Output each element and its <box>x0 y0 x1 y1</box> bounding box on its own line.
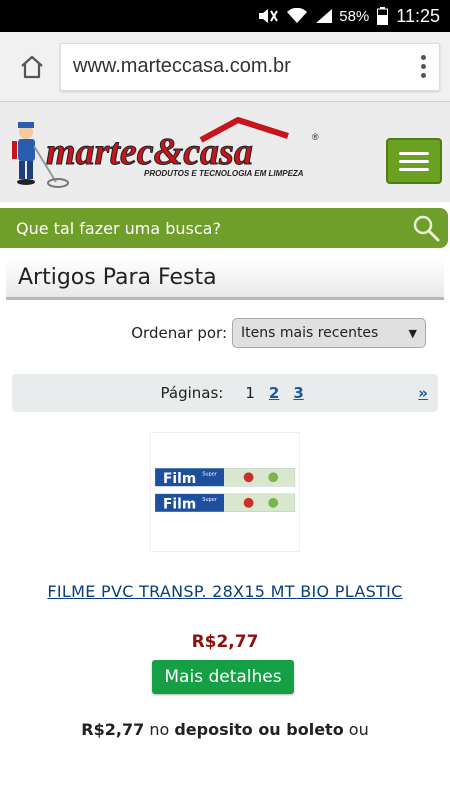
dropdown-arrow-icon: ▼ <box>408 326 417 340</box>
site-logo[interactable]: martec&casa ® PRODUTOS E TECNOLOGIA EM L… <box>6 116 326 192</box>
sort-label: Ordenar por: <box>131 324 227 342</box>
browser-menu-button[interactable] <box>407 47 439 87</box>
search-bar[interactable]: Que tal fazer uma busca? <box>0 208 448 248</box>
payment-price: R$2,77 <box>81 720 145 739</box>
details-button[interactable]: Mais detalhes <box>152 660 294 694</box>
logo-registered: ® <box>312 132 319 142</box>
product-image[interactable]: Film Super Film Super <box>150 432 300 552</box>
svg-text:Super: Super <box>202 471 217 477</box>
site-header: martec&casa ® PRODUTOS E TECNOLOGIA EM L… <box>0 102 450 202</box>
payment-method: deposito ou boleto <box>174 720 344 739</box>
battery-icon <box>377 7 389 25</box>
signal-icon <box>315 8 333 24</box>
svg-text:Super: Super <box>202 497 217 503</box>
sort-selected-value: Itens mais recentes <box>241 325 379 341</box>
status-bar: 58% 11:25 <box>0 0 450 32</box>
url-text: www.marteccasa.com.br <box>73 55 291 77</box>
svg-text:Film: Film <box>163 497 196 513</box>
page-1: 1 <box>245 384 255 402</box>
pagination: Páginas: 1 2 3 » <box>12 374 438 412</box>
hamburger-icon <box>399 151 429 155</box>
mute-icon <box>257 8 279 24</box>
battery-percent: 58% <box>339 7 370 25</box>
page-3-link[interactable]: 3 <box>293 384 303 402</box>
menu-button[interactable] <box>386 138 442 184</box>
clock: 11:25 <box>396 5 440 26</box>
home-button[interactable] <box>14 49 50 85</box>
next-page-link[interactable]: » <box>418 384 428 402</box>
logo-brand-text: martec&casa <box>46 131 253 173</box>
sort-select[interactable]: Itens mais recentes ▼ <box>232 318 426 348</box>
page-title: Artigos Para Festa <box>6 258 444 300</box>
product-price: R$2,77 <box>191 632 259 652</box>
browser-toolbar: www.marteccasa.com.br <box>0 32 450 102</box>
product-name-link[interactable]: FILME PVC TRANSP. 28X15 MT BIO PLASTIC <box>0 582 450 601</box>
home-icon <box>21 55 43 78</box>
page-2-link[interactable]: 2 <box>269 384 279 402</box>
payment-text-2: ou <box>348 720 369 739</box>
payment-info: R$2,77 no deposito ou boleto ou <box>0 720 450 739</box>
pagination-label: Páginas: <box>160 384 224 402</box>
sort-row: Ordenar por: Itens mais recentes ▼ <box>0 318 450 348</box>
logo-tagline: PRODUTOS E TECNOLOGIA EM LIMPEZA <box>144 169 304 178</box>
wifi-icon <box>287 8 308 24</box>
search-icon[interactable] <box>404 208 448 248</box>
search-input[interactable]: Que tal fazer uma busca? <box>16 219 404 238</box>
payment-text-1: no <box>149 720 170 739</box>
address-bar[interactable]: www.marteccasa.com.br <box>60 42 440 91</box>
svg-text:Film: Film <box>163 471 196 487</box>
